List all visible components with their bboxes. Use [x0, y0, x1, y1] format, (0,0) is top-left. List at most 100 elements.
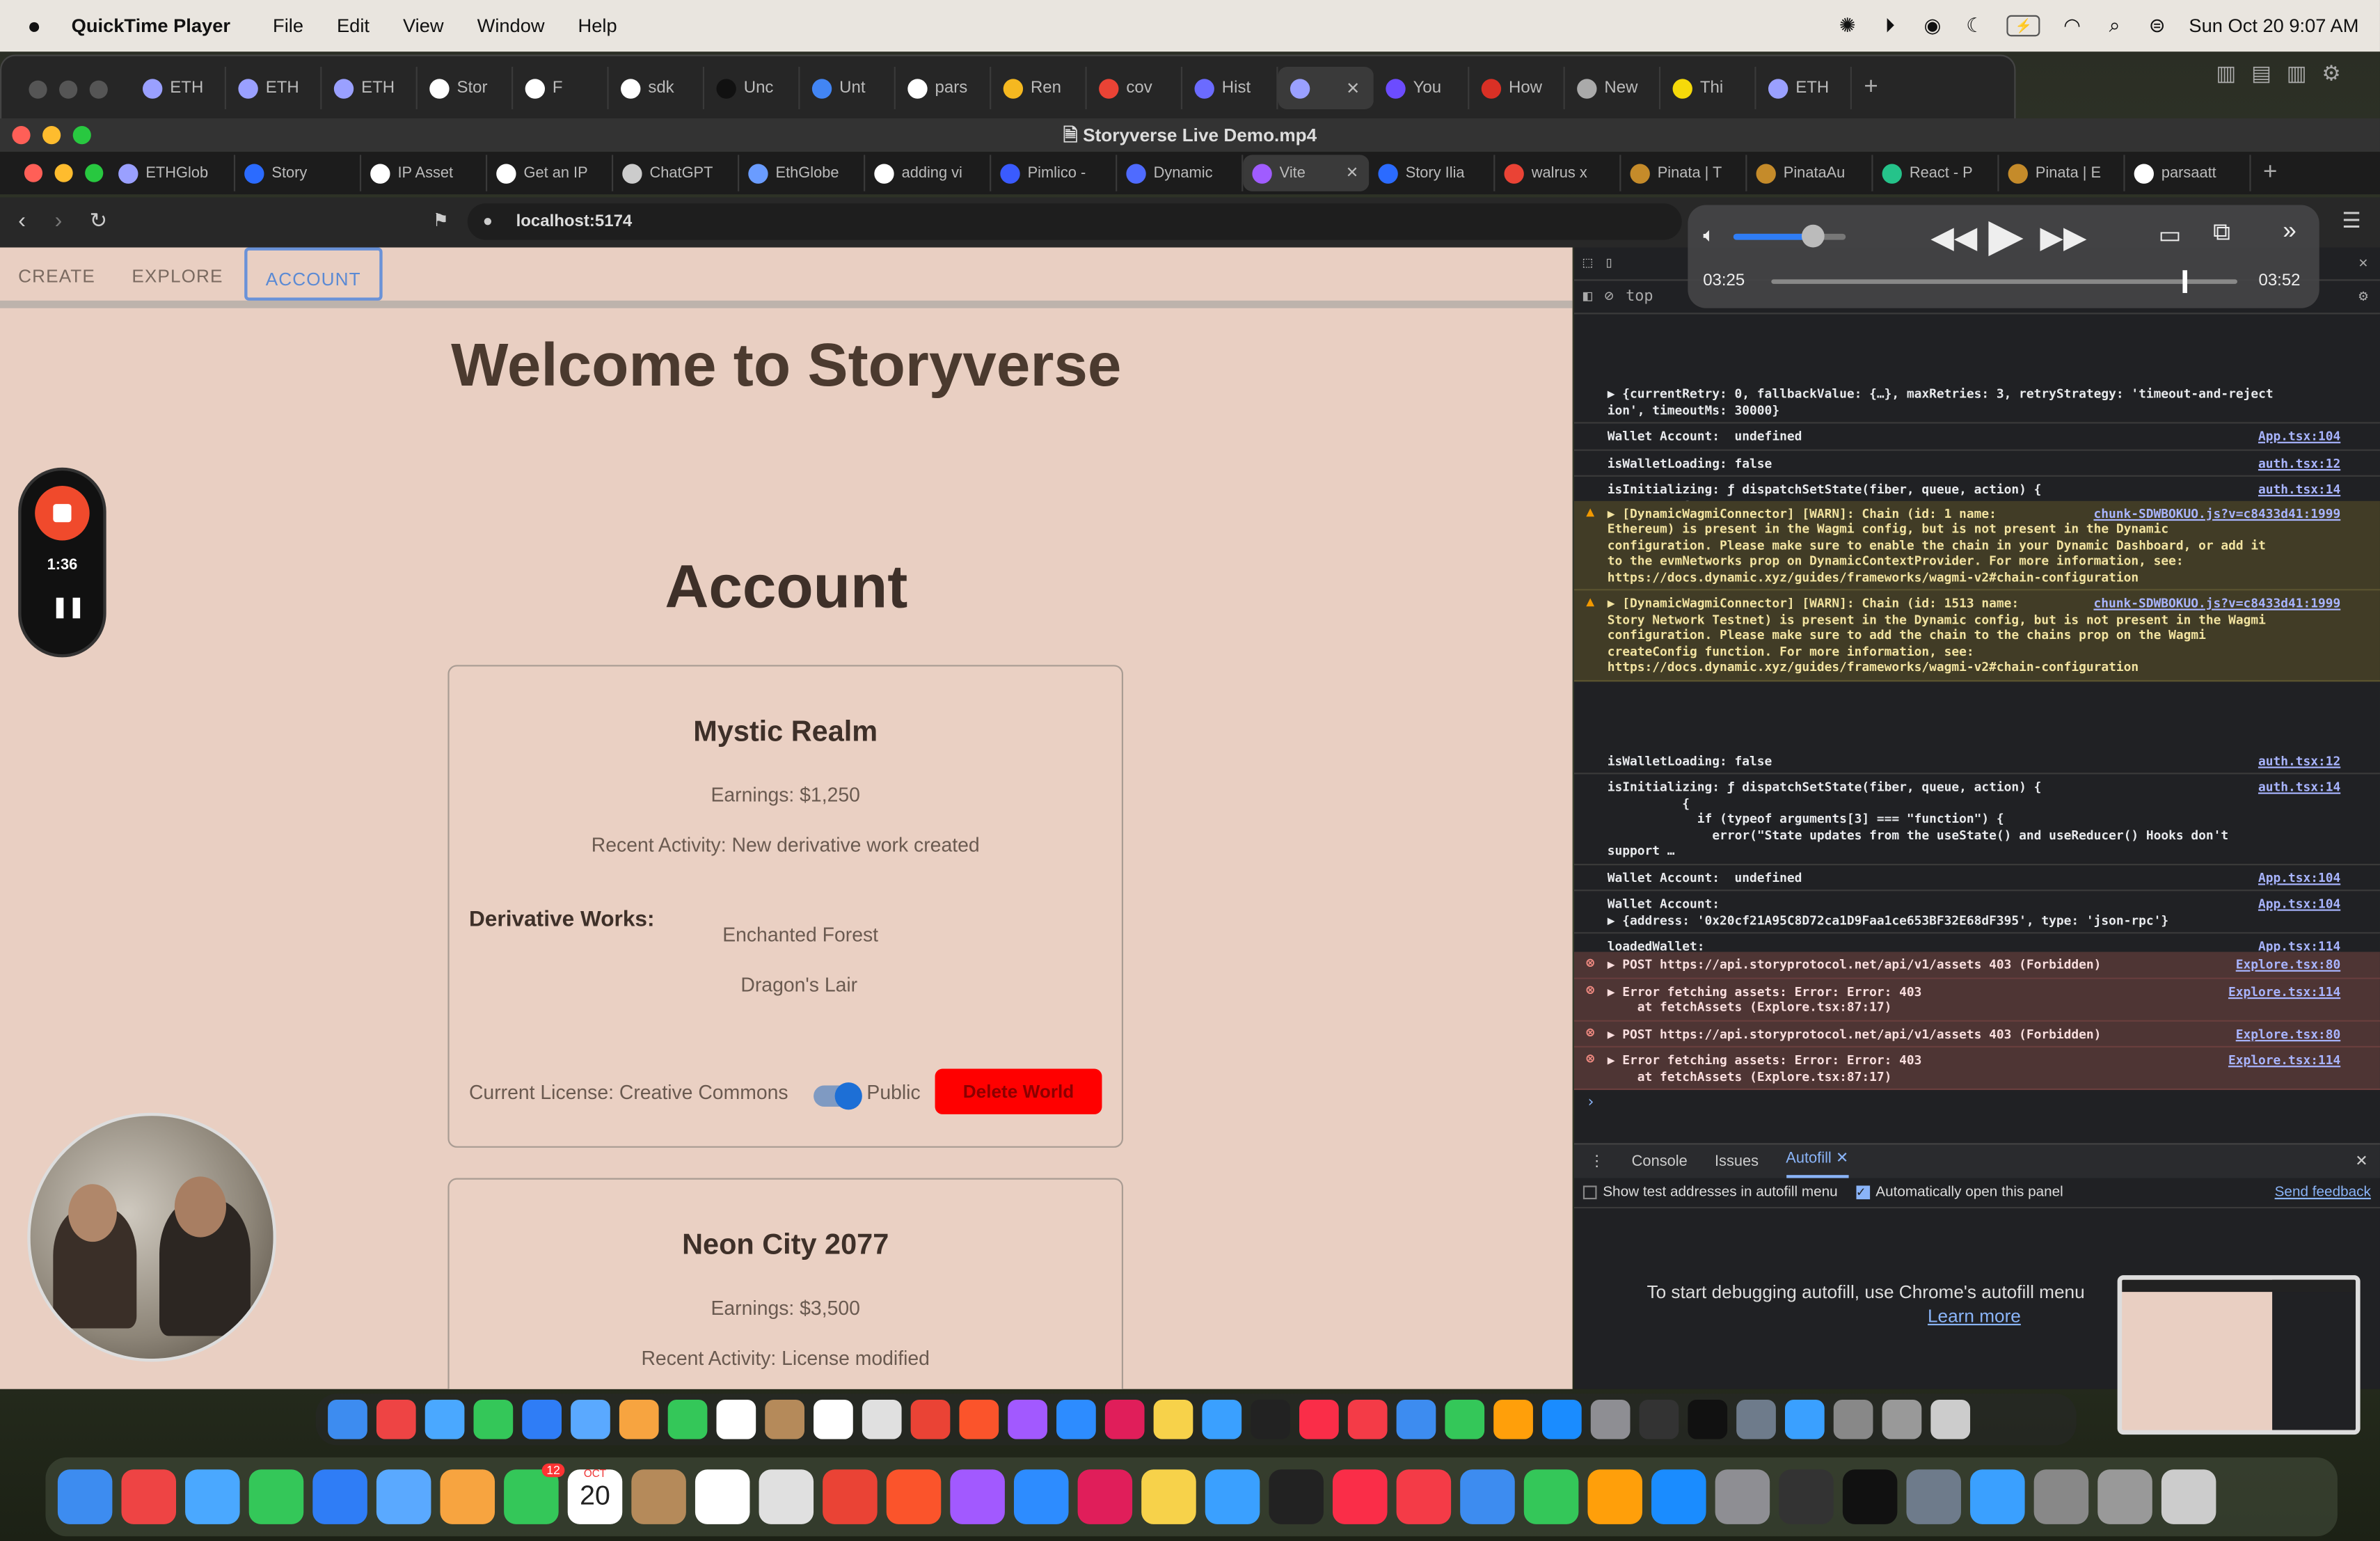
dock-app-icon[interactable] — [1651, 1469, 1706, 1524]
menu-app-name[interactable]: QuickTime Player — [72, 15, 230, 37]
tab[interactable]: ETHGlob — [109, 155, 236, 191]
apple-icon[interactable]: ● — [27, 13, 41, 39]
timeline-scrubber[interactable] — [1771, 270, 2237, 293]
forward-icon[interactable]: › — [55, 208, 63, 234]
tab[interactable]: Story — [235, 155, 362, 191]
dock-app-icon[interactable] — [1013, 1469, 1069, 1524]
tab[interactable]: sdk — [609, 66, 705, 110]
new-tab-button[interactable]: + — [1864, 74, 1878, 102]
dock-app-icon[interactable] — [959, 1399, 999, 1439]
dock-app-icon[interactable] — [121, 1469, 177, 1524]
console-source-link[interactable]: Explore.tsx:80 — [2235, 1025, 2341, 1042]
dock-app-icon[interactable]: 12 — [504, 1463, 565, 1524]
tab[interactable]: Dynamic — [1117, 155, 1244, 191]
dock-app-icon[interactable] — [571, 1399, 610, 1439]
menu-window[interactable]: Window — [477, 15, 545, 37]
nav-account[interactable]: ACCOUNT — [244, 247, 383, 301]
dock-app-icon[interactable] — [1736, 1399, 1776, 1439]
tab[interactable]: PinataAu — [1747, 155, 1873, 191]
dock-app-icon[interactable] — [248, 1469, 304, 1524]
dock-app-icon[interactable] — [1930, 1399, 1971, 1439]
tab[interactable]: Pinata | E — [1999, 155, 2125, 191]
dock-app-icon[interactable] — [1333, 1469, 1388, 1524]
dock-app-icon[interactable] — [376, 1469, 431, 1524]
dock-app-icon[interactable] — [1833, 1399, 1873, 1439]
console-source-link[interactable]: chunk-SDWBOKUO.js?v=c8433d41:1999 — [2093, 594, 2341, 611]
volume-slider[interactable] — [1733, 224, 1846, 248]
context-selector[interactable]: top — [1626, 288, 1653, 305]
dock-app-icon[interactable] — [185, 1469, 240, 1524]
dock-app-icon[interactable] — [2161, 1469, 2216, 1524]
dock-app-icon[interactable] — [1202, 1399, 1242, 1439]
dock-app-icon[interactable] — [862, 1399, 902, 1439]
tab[interactable]: IP Asset — [361, 155, 488, 191]
close-tab-icon[interactable]: ✕ — [1346, 78, 1360, 98]
tab[interactable]: Hist — [1182, 66, 1278, 110]
dock-app-icon[interactable] — [1906, 1469, 1961, 1524]
tab[interactable]: ETH — [322, 66, 418, 110]
dock-app-icon[interactable] — [631, 1469, 686, 1524]
dock-app-icon[interactable] — [1688, 1399, 1728, 1439]
dock-app-icon[interactable] — [2033, 1469, 2089, 1524]
dock-app-icon[interactable] — [1842, 1469, 1898, 1524]
tab[interactable]: ChatGPT — [613, 155, 740, 191]
play-circle-icon[interactable]: ⏵ — [1879, 15, 1901, 37]
dock-app-icon[interactable] — [910, 1399, 951, 1439]
tab[interactable]: Unt — [800, 66, 896, 110]
tab[interactable]: How — [1469, 66, 1565, 110]
play-button[interactable]: ▶ — [1988, 210, 2023, 262]
console-source-link[interactable]: auth.tsx:12 — [2258, 752, 2340, 768]
close-tab-icon[interactable]: ✕ — [1346, 165, 1358, 182]
tab[interactable]: cov — [1087, 66, 1183, 110]
delete-world-button[interactable]: Delete World — [935, 1068, 1102, 1114]
volume-icon[interactable]: 🔈︎ — [1703, 223, 1715, 248]
dock-app-icon[interactable] — [1269, 1469, 1324, 1524]
tab[interactable]: Pinata | T — [1621, 155, 1747, 191]
auto-open-checkbox[interactable]: ✓ — [1855, 1185, 1870, 1200]
tab[interactable]: ETH — [1756, 66, 1852, 110]
dock-app-icon[interactable] — [1460, 1469, 1515, 1524]
tab[interactable]: F — [513, 66, 609, 110]
airplay-icon[interactable]: ▭ — [2159, 220, 2182, 251]
sidebar-left-icon[interactable]: ▥ — [2216, 61, 2236, 86]
dock-app-icon[interactable] — [312, 1469, 367, 1524]
inspect-icon[interactable]: ⬚ — [1583, 255, 1592, 271]
control-center-icon[interactable]: ⊜ — [2146, 15, 2168, 37]
pause-icon[interactable]: ❚❚ — [51, 595, 85, 619]
menu-icon[interactable]: ☰ — [2342, 208, 2361, 234]
close-drawer-icon[interactable]: ✕ — [2355, 1153, 2367, 1170]
dock-app-icon[interactable] — [1077, 1469, 1133, 1524]
console-settings-icon[interactable]: ⚙ — [2358, 288, 2367, 305]
menu-view[interactable]: View — [403, 15, 444, 37]
site-info-icon[interactable]: ● — [483, 203, 493, 239]
tab[interactable]: EthGlobe — [739, 155, 866, 191]
dock-app-icon[interactable] — [2097, 1469, 2152, 1524]
nav-explore[interactable]: EXPLORE — [113, 248, 241, 301]
tab[interactable]: Thi — [1660, 66, 1756, 110]
sidebar-toggle-icon[interactable]: ◧ — [1583, 288, 1592, 305]
dock-app-icon[interactable] — [425, 1399, 465, 1439]
dock-app-icon[interactable] — [1779, 1469, 1834, 1524]
dock-app-icon[interactable] — [886, 1469, 942, 1524]
clear-console-icon[interactable]: ⊘ — [1604, 288, 1613, 305]
dock-app-icon[interactable] — [1008, 1399, 1047, 1439]
more-icon[interactable]: » — [2283, 219, 2296, 246]
tab[interactable]: ETH — [226, 66, 322, 110]
close-devtools-icon[interactable]: ✕ — [2358, 255, 2367, 271]
tab[interactable]: New — [1565, 66, 1661, 110]
gear-icon[interactable]: ⚙ — [2322, 61, 2340, 86]
dock-app-icon[interactable] — [814, 1399, 853, 1439]
dock-app-icon[interactable] — [1251, 1399, 1290, 1439]
console-source-link[interactable]: App.tsx:104 — [2258, 428, 2340, 444]
tab[interactable]: Unc — [704, 66, 800, 110]
dock-app-icon[interactable] — [667, 1399, 708, 1439]
tab[interactable]: pars — [896, 66, 992, 110]
dock-app-icon[interactable] — [716, 1399, 756, 1439]
console-source-link[interactable]: App.tsx:104 — [2258, 896, 2340, 912]
tab[interactable]: ETH — [131, 66, 226, 110]
tab[interactable]: Pimlico - — [991, 155, 1118, 191]
console-source-link[interactable]: auth.tsx:14 — [2258, 779, 2340, 795]
dock-app-icon[interactable] — [619, 1399, 659, 1439]
dock-app-icon[interactable] — [522, 1399, 562, 1439]
bookmark-icon[interactable]: ⚑ — [433, 210, 449, 231]
